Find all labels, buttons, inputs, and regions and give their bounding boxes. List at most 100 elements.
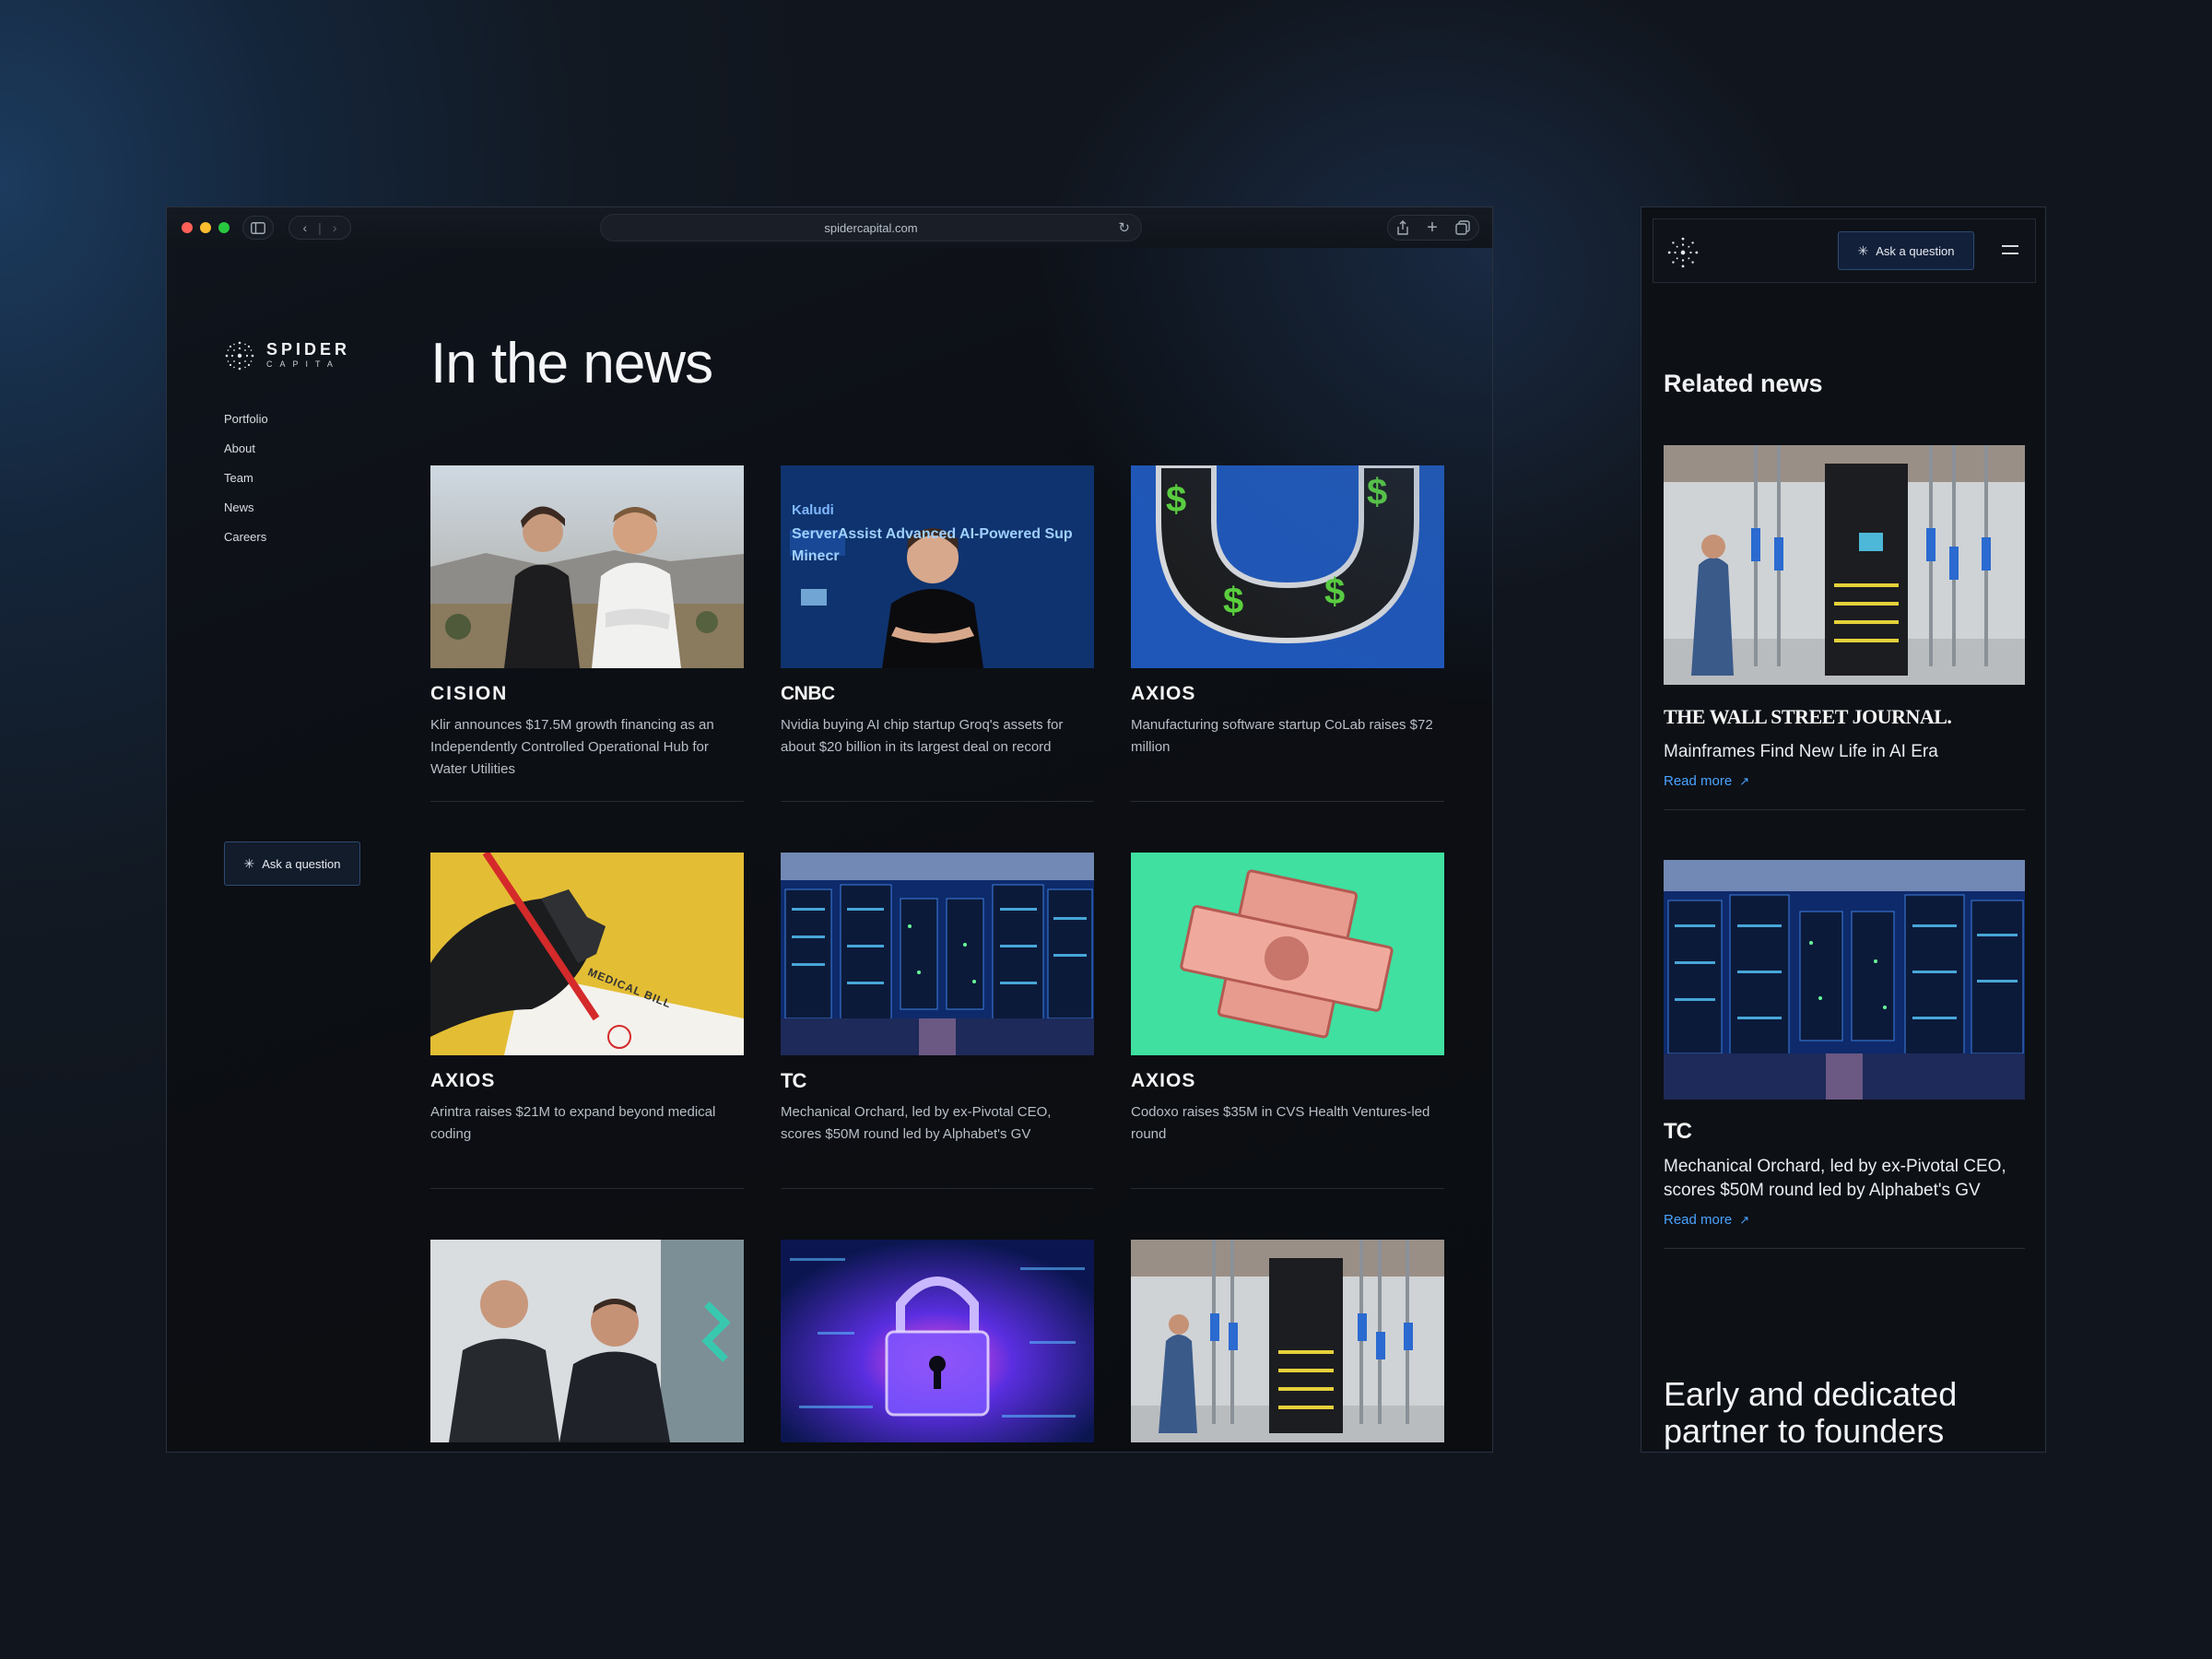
mobile-ask-label: Ask a question: [1876, 243, 1955, 258]
sidebar-toggle-button[interactable]: [242, 216, 274, 240]
news-card[interactable]: Kaludi ServerAssist Advanced AI-Powered …: [781, 465, 1094, 802]
maximize-window-button[interactable]: [218, 222, 229, 233]
related-news-card[interactable]: THE WALL STREET JOURNAL. Mainframes Find…: [1664, 445, 2025, 810]
news-image-digital-lock[interactable]: [781, 1240, 1094, 1442]
mobile-header: ✳ Ask a question: [1653, 218, 2036, 283]
read-more-link[interactable]: Read more ↗: [1664, 773, 2025, 789]
card-divider: [781, 1188, 1094, 1189]
sidebar-toggle-icon: [251, 221, 265, 234]
menu-icon[interactable]: [2002, 245, 2018, 256]
screen-text: Minecr: [792, 548, 840, 564]
news-headline[interactable]: Nvidia buying AI chip startup Groq's ass…: [781, 714, 1094, 759]
ask-question-button[interactable]: ✳ Ask a question: [224, 841, 360, 886]
news-source-text: AXIOS: [1131, 683, 1196, 704]
card-divider: [1664, 1248, 2025, 1249]
photo-digital-lock: [781, 1240, 1094, 1442]
news-headline[interactable]: Codoxo raises $35M in CVS Health Venture…: [1131, 1101, 1444, 1146]
read-more-link[interactable]: Read more ↗: [1664, 1212, 2025, 1228]
side-nav: Portfolio About Team News Careers: [224, 412, 268, 544]
history-nav: ‹ | ›: [288, 216, 351, 240]
browser-toolbar: ‹ | › spidercapital.com ↻ +: [167, 207, 1492, 248]
news-image-dollar-horseshoe[interactable]: $ $ $ $: [1131, 465, 1444, 668]
photo-server-racks: [781, 853, 1094, 1055]
spider-logo-icon: [225, 341, 254, 371]
news-source-logo: CNBC: [781, 683, 1094, 705]
news-image-cash-stacks[interactable]: [1131, 853, 1444, 1055]
mobile-preview: ✳ Ask a question Related news THE WALL S…: [1641, 206, 2046, 1453]
news-image-two-founders[interactable]: [430, 1240, 744, 1442]
news-source-text: CNBC: [781, 683, 835, 704]
related-news-image-mainframe[interactable]: [1664, 445, 2025, 685]
card-divider: [1131, 1188, 1444, 1189]
news-card[interactable]: AXIOS Codoxo raises $35M in CVS Health V…: [1131, 853, 1444, 1189]
news-source-logo: AXIOS: [430, 1070, 744, 1092]
browser-window: ‹ | › spidercapital.com ↻ + SPIDER CAPIT…: [166, 206, 1493, 1453]
news-card[interactable]: [430, 1240, 744, 1442]
new-tab-icon[interactable]: +: [1427, 218, 1438, 239]
news-image-speaker-stage[interactable]: Kaludi ServerAssist Advanced AI-Powered …: [781, 465, 1094, 668]
address-bar[interactable]: spidercapital.com ↻: [600, 214, 1142, 241]
photo-mainframe: [1131, 1240, 1444, 1442]
nav-item-news[interactable]: News: [224, 500, 268, 514]
card-divider: [781, 801, 1094, 802]
news-source-logo: AXIOS: [1131, 1070, 1444, 1092]
reload-icon[interactable]: ↻: [1118, 219, 1130, 236]
svg-text:$: $: [1324, 571, 1345, 612]
news-card[interactable]: [781, 1240, 1094, 1442]
nav-item-about[interactable]: About: [224, 441, 268, 455]
spider-logo-icon[interactable]: [1666, 236, 1700, 269]
news-source-logo: TC: [1664, 1119, 2025, 1144]
arrow-up-right-icon: ↗: [1739, 1212, 1750, 1227]
related-news-image-data-center[interactable]: [1664, 860, 2025, 1100]
news-source-logo: TC: [781, 1069, 1094, 1092]
screen-text: Kaludi: [792, 502, 834, 518]
photo-two-founders: [430, 1240, 744, 1442]
related-news-headline[interactable]: Mainframes Find New Life in AI Era: [1664, 740, 2025, 764]
news-headline[interactable]: Mechanical Orchard, led by ex-Pivotal CE…: [781, 1101, 1094, 1146]
news-image-founders-desert[interactable]: [430, 465, 744, 668]
news-headline[interactable]: Arintra raises $21M to expand beyond med…: [430, 1101, 744, 1146]
photo-mainframe: [1664, 445, 2025, 685]
news-headline[interactable]: Manufacturing software startup CoLab rai…: [1131, 714, 1444, 759]
mobile-ask-question-button[interactable]: ✳ Ask a question: [1838, 231, 1974, 270]
svg-text:$: $: [1367, 472, 1387, 512]
toolbar-actions: +: [1387, 215, 1479, 241]
nav-item-careers[interactable]: Careers: [224, 530, 268, 544]
photo-dollar-horseshoe: $ $ $ $: [1131, 465, 1444, 668]
news-card[interactable]: [1131, 1240, 1444, 1442]
nav-item-team[interactable]: Team: [224, 471, 268, 485]
news-image-robot-hand[interactable]: MEDICAL BILL: [430, 853, 744, 1055]
news-card[interactable]: $ $ $ $ AXIOS Manufacturing software startu…: [1131, 465, 1444, 802]
brand-line1: SPIDER: [266, 340, 351, 359]
related-news-headline[interactable]: Mechanical Orchard, led by ex-Pivotal CE…: [1664, 1155, 2025, 1203]
back-arrow-icon[interactable]: ‹: [303, 220, 308, 235]
minimize-window-button[interactable]: [200, 222, 211, 233]
forward-arrow-icon[interactable]: ›: [333, 220, 337, 235]
news-source-logo: THE WALL STREET JOURNAL.: [1664, 705, 1952, 728]
news-image-data-center[interactable]: [781, 853, 1094, 1055]
nav-item-portfolio[interactable]: Portfolio: [224, 412, 268, 426]
tabs-overview-icon[interactable]: [1454, 220, 1470, 235]
related-news-card[interactable]: TC Mechanical Orchard, led by ex-Pivotal…: [1664, 860, 2025, 1249]
news-source-text: AXIOS: [1131, 1070, 1196, 1091]
arrow-up-right-icon: ↗: [1739, 773, 1750, 788]
spark-icon: ✳: [243, 855, 255, 871]
share-icon[interactable]: [1396, 220, 1409, 235]
read-more-label: Read more: [1664, 773, 1733, 789]
news-card[interactable]: TC Mechanical Orchard, led by ex-Pivotal…: [781, 853, 1094, 1189]
ask-question-label: Ask a question: [262, 856, 341, 871]
svg-text:$: $: [1223, 581, 1243, 621]
brand-logo[interactable]: SPIDER CAPITA: [224, 340, 350, 371]
news-headline[interactable]: Klir announces $17.5M growth financing a…: [430, 714, 744, 781]
close-window-button[interactable]: [182, 222, 193, 233]
news-card[interactable]: CISION Klir announces $17.5M growth fina…: [430, 465, 744, 802]
photo-founders-desert: [430, 465, 744, 668]
news-card[interactable]: MEDICAL BILL AXIOS Arintra raises $21M t…: [430, 853, 744, 1189]
news-source-text: AXIOS: [430, 1070, 496, 1091]
read-more-label: Read more: [1664, 1212, 1733, 1228]
news-image-mainframe[interactable]: [1131, 1240, 1444, 1442]
news-source-logo: CISION: [430, 683, 744, 705]
page-content: SPIDER CAPITA Portfolio About Team News …: [167, 248, 1492, 1452]
news-source-text: TC: [1664, 1119, 1692, 1144]
card-divider: [430, 801, 744, 802]
